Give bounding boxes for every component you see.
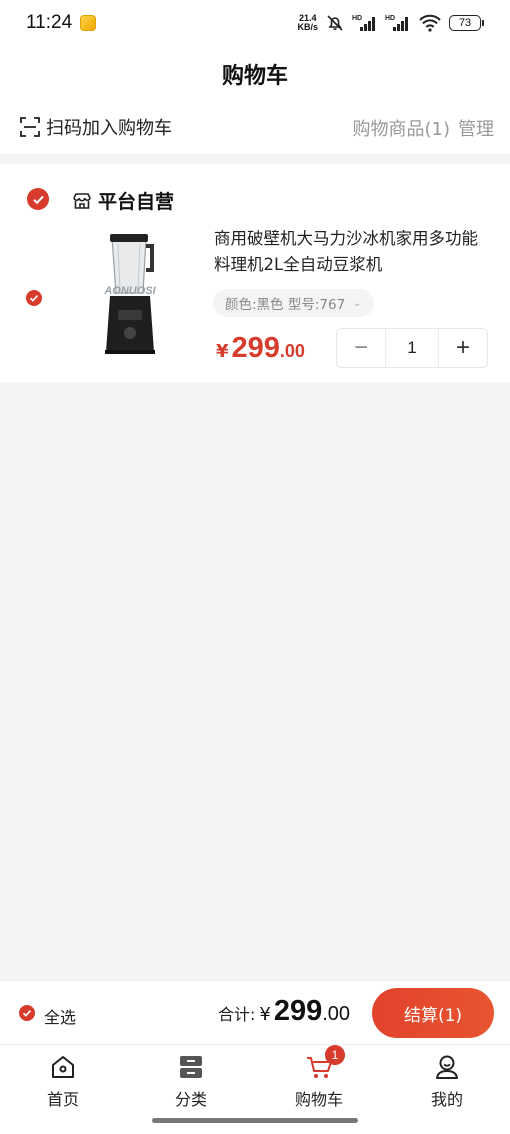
scan-icon bbox=[20, 117, 40, 137]
page-title: 购物车 bbox=[221, 64, 288, 89]
tab-cart-label: 购物车 bbox=[294, 1090, 343, 1109]
cart-icon-wrap: 1 bbox=[305, 1045, 345, 1081]
store-select-checkbox[interactable] bbox=[27, 188, 49, 210]
home-indicator[interactable] bbox=[152, 1118, 358, 1123]
network-speed-unit: KB/s bbox=[297, 22, 318, 32]
status-time: 11:24 bbox=[26, 12, 73, 33]
store-header[interactable]: 平台自营 bbox=[72, 187, 174, 214]
product-price: ¥ 299 .00 bbox=[216, 332, 305, 365]
price-decimal: .00 bbox=[279, 341, 305, 361]
scan-to-add-label: 扫码加入购物车 bbox=[46, 118, 172, 139]
status-icons: 21.4 KB/s HD HD 73 bbox=[297, 13, 484, 33]
check-icon bbox=[22, 1010, 32, 1017]
tab-cart[interactable]: 1 购物车 bbox=[269, 1045, 369, 1110]
mute-bell-icon bbox=[325, 13, 345, 33]
wifi-icon bbox=[418, 13, 442, 33]
check-icon bbox=[29, 295, 39, 302]
tab-category-label: 分类 bbox=[174, 1090, 207, 1109]
store-name: 平台自营 bbox=[98, 191, 175, 213]
signal-hd-1-icon: HD bbox=[352, 13, 378, 33]
category-icon bbox=[180, 1056, 202, 1078]
total-label: 合计: bbox=[218, 1005, 256, 1024]
increase-quantity-button[interactable]: + bbox=[439, 329, 487, 367]
store-icon bbox=[73, 192, 91, 209]
gallery-notification-icon bbox=[80, 15, 97, 31]
product-image[interactable]: AONUOSI bbox=[88, 230, 172, 360]
quantity-input[interactable]: 1 bbox=[385, 329, 439, 367]
sku-text: 颜色:黑色 型号:767 bbox=[225, 297, 346, 313]
product-brand-text: AONUOSI bbox=[103, 285, 156, 297]
sku-selector[interactable]: 颜色:黑色 型号:767 ⌄ bbox=[213, 289, 374, 317]
cart-badge: 1 bbox=[325, 1045, 345, 1065]
cart-goods-count: 购物商品(1) bbox=[352, 119, 451, 140]
signal-hd-2-label: HD bbox=[385, 15, 395, 22]
home-icon bbox=[52, 1056, 74, 1078]
profile-icon bbox=[436, 1055, 458, 1079]
tab-category[interactable]: 分类 bbox=[141, 1053, 241, 1110]
battery-icon: 73 bbox=[449, 15, 484, 31]
total-price: 合计: ¥ 299 .00 bbox=[218, 995, 350, 1028]
scan-to-add-button[interactable]: 扫码加入购物车 bbox=[20, 114, 172, 140]
select-all-label[interactable]: 全选 bbox=[44, 1004, 76, 1028]
checkout-button[interactable]: 结算(1) bbox=[372, 988, 494, 1038]
signal-hd-2-icon: HD bbox=[385, 13, 411, 33]
product-title[interactable]: 商用破壁机大马力沙冰机家用多功能料理机2L全自动豆浆机 bbox=[214, 226, 486, 278]
check-icon bbox=[32, 195, 44, 204]
tab-profile-label: 我的 bbox=[430, 1090, 463, 1109]
tab-home-label: 首页 bbox=[46, 1090, 79, 1109]
store-group-card: 平台自营 AONUOSI 商用破壁机大马力沙冰机家用多功能料理机2L全自动豆浆机… bbox=[0, 164, 510, 382]
select-all-checkbox[interactable] bbox=[19, 1005, 35, 1021]
signal-hd-1-label: HD bbox=[352, 15, 362, 22]
price-integer: 299 bbox=[231, 332, 280, 364]
tab-home[interactable]: 首页 bbox=[13, 1053, 113, 1110]
item-select-checkbox[interactable] bbox=[26, 290, 42, 306]
price-currency: ¥ bbox=[216, 341, 229, 362]
battery-level: 73 bbox=[449, 15, 481, 31]
chevron-down-icon: ⌄ bbox=[353, 297, 362, 309]
tab-profile[interactable]: 我的 bbox=[397, 1053, 497, 1110]
total-integer: 299 bbox=[273, 995, 323, 1027]
quantity-stepper: − 1 + bbox=[336, 328, 488, 368]
network-speed: 21.4 KB/s bbox=[297, 14, 318, 32]
total-decimal: .00 bbox=[322, 1003, 351, 1025]
status-bar: 11:24 21.4 KB/s HD HD 73 bbox=[0, 0, 510, 46]
manage-button[interactable]: 管理 bbox=[458, 115, 494, 141]
cart-goods-info: 购物商品(1) 管理 bbox=[353, 115, 495, 141]
checkout-bar: 全选 合计: ¥ 299 .00 结算(1) bbox=[0, 980, 510, 1044]
total-currency: ¥ bbox=[259, 1004, 271, 1025]
battery-tip bbox=[482, 20, 484, 26]
decrease-quantity-button[interactable]: − bbox=[337, 329, 385, 367]
